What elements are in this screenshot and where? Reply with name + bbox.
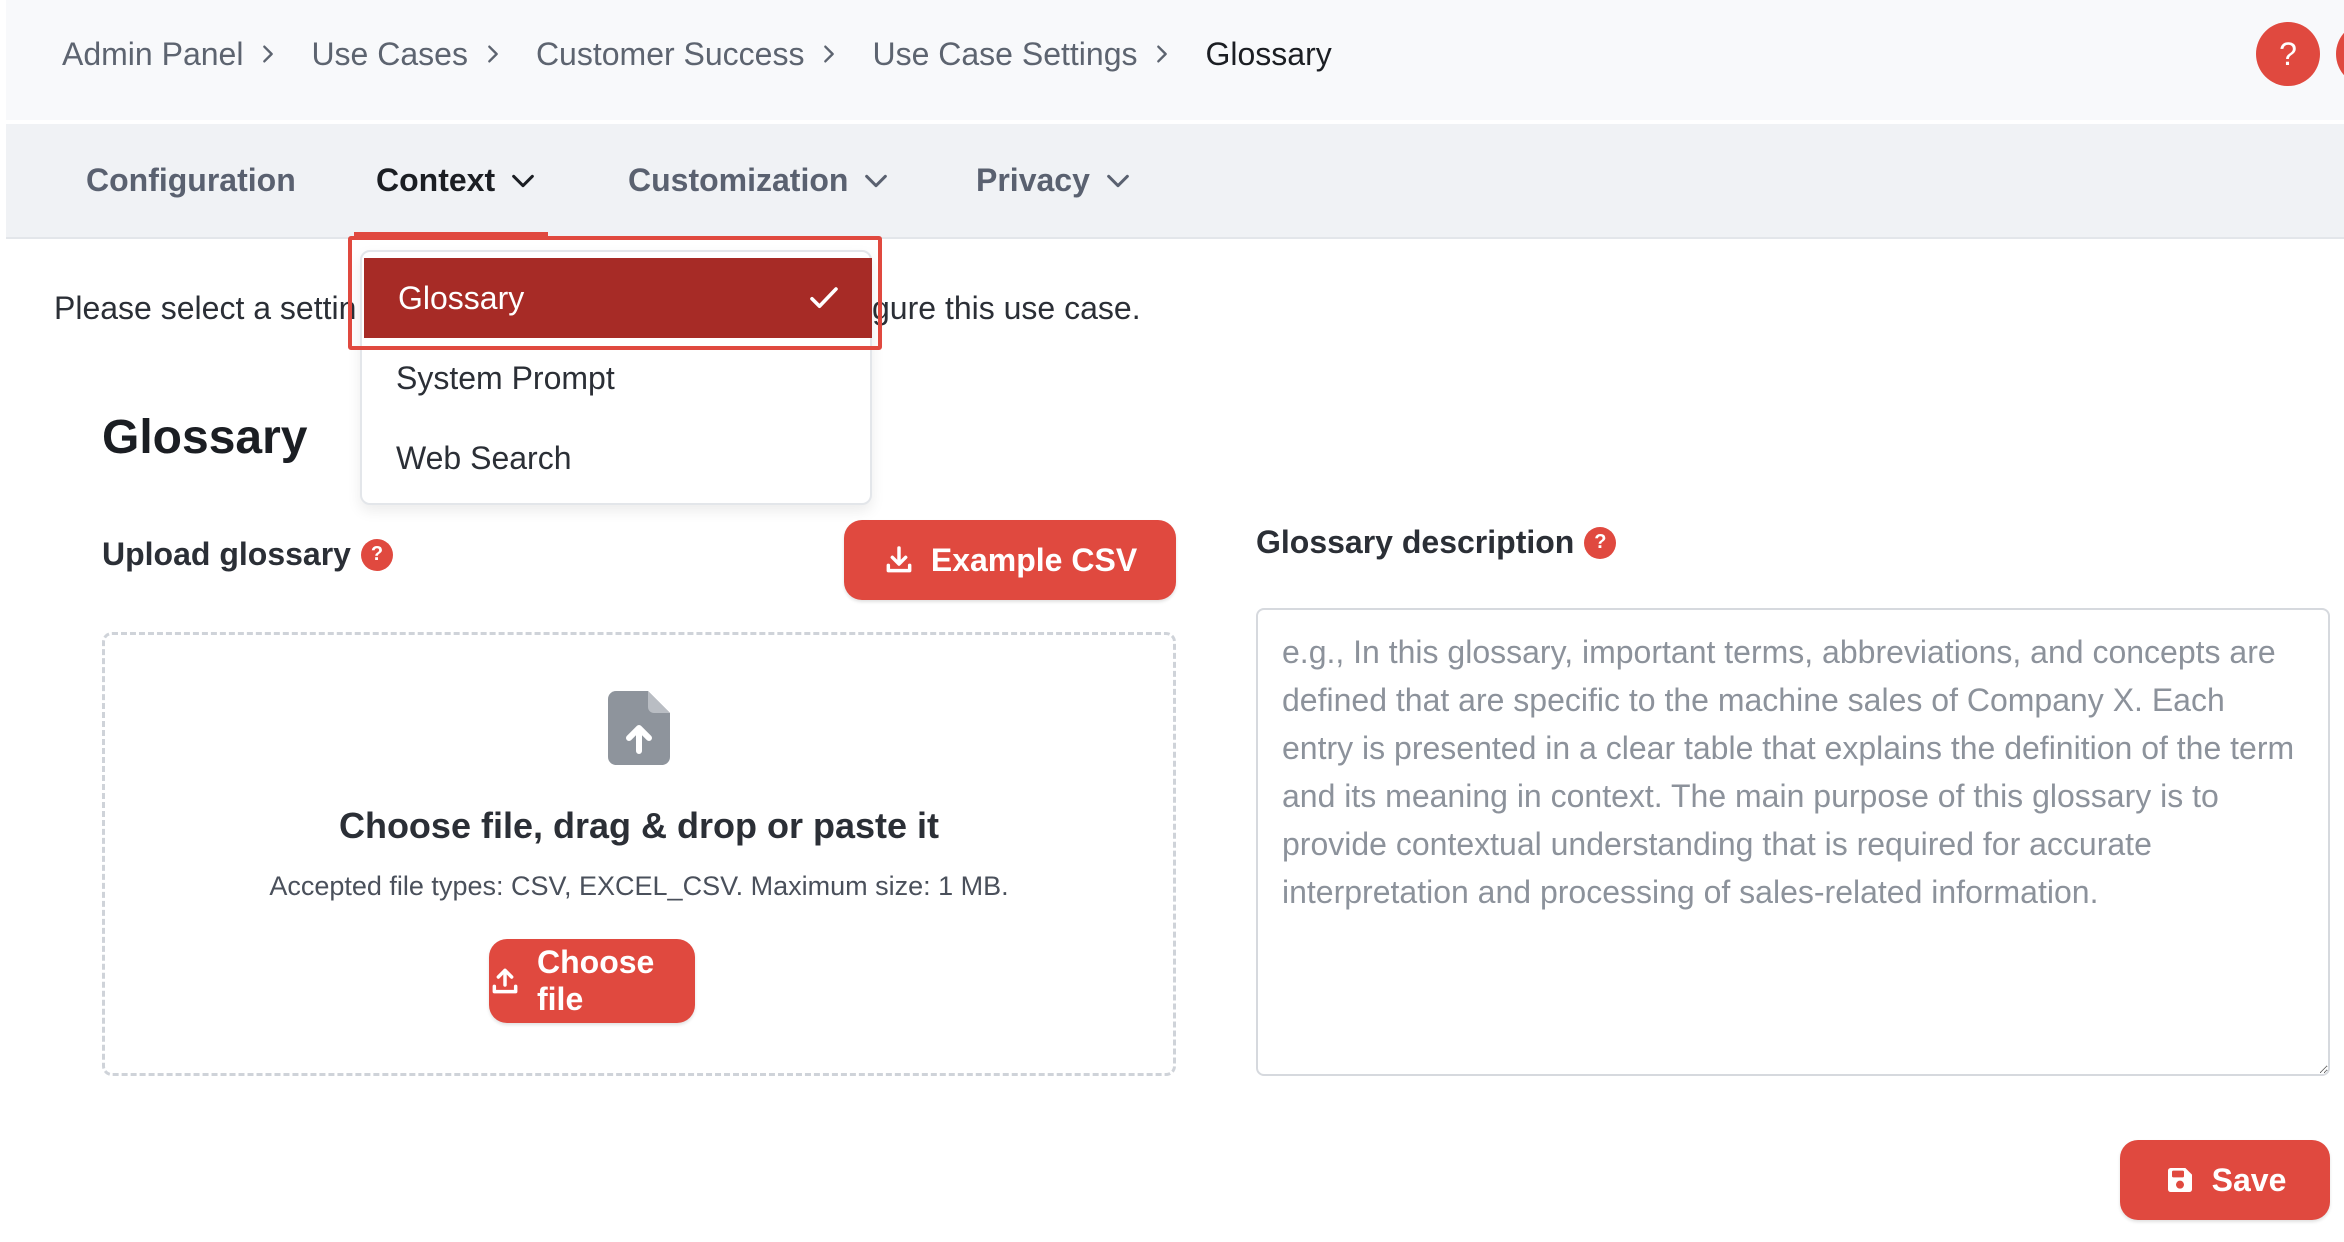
top-header: Admin Panel Use Cases Customer Success U… xyxy=(6,0,2344,120)
download-icon xyxy=(883,544,915,576)
save-button[interactable]: Save xyxy=(2120,1140,2330,1220)
intro-text-left: Please select a settin xyxy=(54,290,357,326)
tab-label: Customization xyxy=(628,162,849,198)
example-csv-button[interactable]: Example CSV xyxy=(844,520,1176,600)
file-dropzone[interactable]: Choose file, drag & drop or paste it Acc… xyxy=(102,632,1176,1076)
breadcrumb-admin-panel[interactable]: Admin Panel xyxy=(62,36,243,73)
intro-text-right: gure this use case. xyxy=(872,290,1141,326)
chevron-right-icon xyxy=(257,43,279,65)
menu-item-label: Web Search xyxy=(396,439,572,476)
tab-context[interactable]: Context xyxy=(376,124,537,237)
intro-text: Please select a settin xyxy=(54,290,356,327)
example-csv-label: Example CSV xyxy=(930,541,1138,578)
tab-customization[interactable]: Customization xyxy=(628,124,890,237)
intro-text-tail: gure this use case. xyxy=(872,290,1141,327)
save-label: Save xyxy=(2211,1161,2287,1198)
page: Admin Panel Use Cases Customer Success U… xyxy=(0,0,2344,1242)
breadcrumb-use-cases[interactable]: Use Cases xyxy=(311,36,468,73)
section-title: Glossary xyxy=(102,411,308,464)
menu-item-label: System Prompt xyxy=(396,359,615,396)
menu-item-glossary[interactable]: Glossary xyxy=(364,258,872,338)
choose-file-button[interactable]: Choose file xyxy=(489,939,695,1023)
breadcrumb-customer-success[interactable]: Customer Success xyxy=(536,36,805,73)
menu-item-system-prompt[interactable]: System Prompt xyxy=(362,338,870,418)
chevron-down-icon xyxy=(1104,167,1132,195)
chevron-down-icon xyxy=(862,167,890,195)
chevron-right-icon xyxy=(818,43,840,65)
tab-label: Privacy xyxy=(976,162,1090,198)
upload-glossary-label-text: Upload glossary xyxy=(102,536,351,572)
file-upload-icon xyxy=(608,691,670,765)
glossary-description-input[interactable] xyxy=(1256,608,2330,1076)
chevron-right-icon xyxy=(482,43,504,65)
context-dropdown-menu: Glossary System Prompt Web Search xyxy=(360,250,872,505)
menu-item-web-search[interactable]: Web Search xyxy=(362,418,870,498)
chevron-right-icon xyxy=(1151,43,1173,65)
dropzone-title: Choose file, drag & drop or paste it xyxy=(338,805,940,846)
glossary-description-label-text: Glossary description xyxy=(1256,524,1575,560)
tab-configuration[interactable]: Configuration xyxy=(86,124,296,237)
glossary-description-label: Glossary description ? xyxy=(1256,524,1617,561)
breadcrumb-current: Glossary xyxy=(1205,35,1332,72)
tab-privacy[interactable]: Privacy xyxy=(976,124,1132,237)
upload-icon xyxy=(489,965,521,997)
tab-label: Configuration xyxy=(86,162,296,198)
chevron-down-icon xyxy=(509,167,537,195)
settings-tab-bar: Configuration Context Customization Priv… xyxy=(6,124,2344,239)
dropzone-subtitle: Accepted file types: CSV, EXCEL_CSV. Max… xyxy=(269,871,1009,901)
choose-file-label: Choose file xyxy=(537,944,655,1017)
tab-label: Context xyxy=(376,162,496,198)
floppy-disk-icon xyxy=(2164,1164,2196,1196)
help-button[interactable]: ? xyxy=(2256,22,2320,86)
active-tab-indicator xyxy=(354,232,548,237)
help-icon[interactable]: ? xyxy=(1584,526,1617,559)
help-icon[interactable]: ? xyxy=(360,538,393,571)
breadcrumb: Admin Panel Use Cases Customer Success U… xyxy=(62,30,1332,78)
check-icon xyxy=(810,287,838,309)
avatar[interactable] xyxy=(2336,22,2344,86)
menu-item-label: Glossary xyxy=(398,279,525,316)
upload-glossary-label: Upload glossary ? xyxy=(102,536,393,573)
breadcrumb-use-case-settings[interactable]: Use Case Settings xyxy=(872,36,1137,73)
